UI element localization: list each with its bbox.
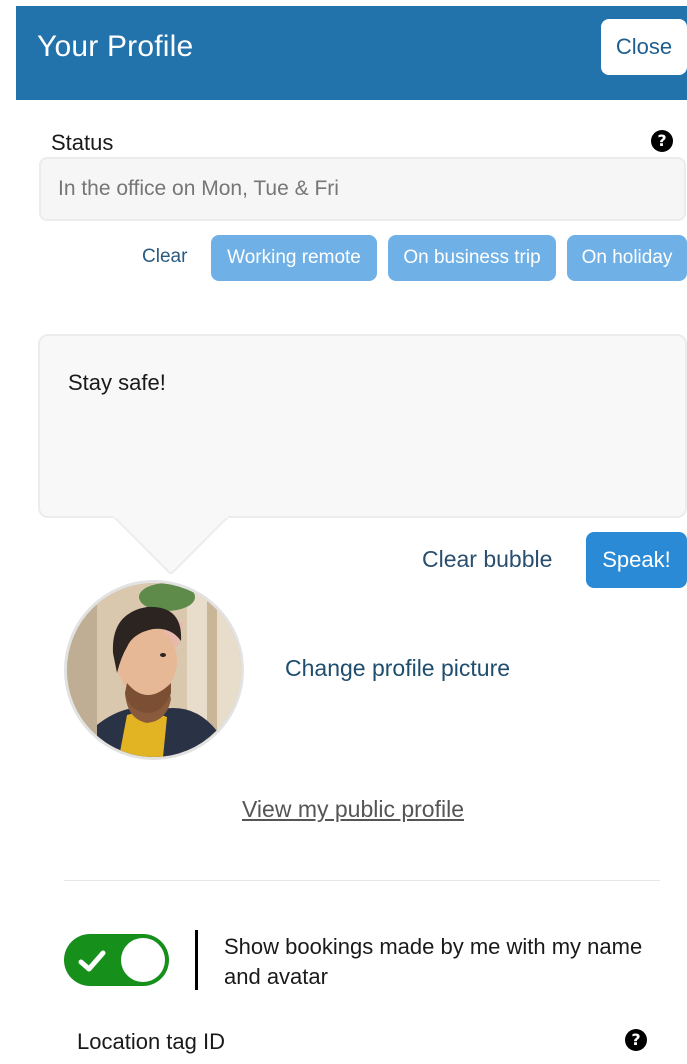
- speak-button[interactable]: Speak!: [586, 532, 687, 588]
- status-input[interactable]: [39, 157, 686, 221]
- show-bookings-label: Show bookings made by me with my name an…: [224, 934, 643, 989]
- preset-holiday-button[interactable]: On holiday: [567, 235, 687, 281]
- avatar[interactable]: [64, 580, 244, 760]
- speech-bubble[interactable]: Stay safe!: [38, 334, 687, 518]
- status-label: Status: [51, 130, 114, 155]
- view-public-profile-link[interactable]: View my public profile: [242, 796, 464, 823]
- change-profile-picture-link[interactable]: Change profile picture: [285, 655, 510, 682]
- page-title: Your Profile: [37, 30, 194, 63]
- close-button[interactable]: Close: [601, 19, 687, 75]
- preset-business-trip-button[interactable]: On business trip: [388, 235, 556, 281]
- speech-bubble-text: Stay safe!: [68, 370, 166, 395]
- clear-status-button[interactable]: Clear: [142, 246, 187, 268]
- preset-working-remote-button[interactable]: Working remote: [211, 235, 377, 281]
- checkmark-icon: [78, 950, 106, 972]
- toggle-separator: [195, 930, 198, 990]
- question-circle-icon[interactable]: ?: [651, 130, 673, 152]
- toggle-knob: [121, 938, 165, 982]
- speech-bubble-tail: [113, 516, 229, 574]
- section-divider: [64, 880, 660, 881]
- location-tag-label: Location tag ID: [77, 1029, 225, 1054]
- profile-photo: [67, 583, 241, 757]
- show-bookings-toggle[interactable]: [64, 934, 169, 986]
- profile-header: Your Profile Close: [16, 6, 687, 100]
- question-circle-icon[interactable]: ?: [625, 1029, 647, 1051]
- clear-bubble-button[interactable]: Clear bubble: [422, 546, 552, 573]
